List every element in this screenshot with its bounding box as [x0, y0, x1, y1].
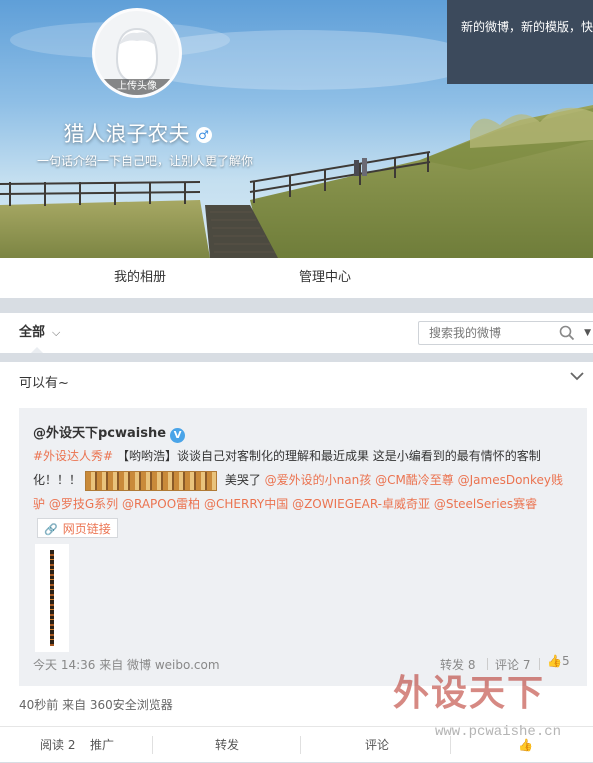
post-action-bar: 阅读 2 推广 转发 评论 👍: [0, 726, 593, 763]
mention-link[interactable]: @ZOWIEGEAR-卓威奇亚: [292, 497, 430, 511]
repost-like[interactable]: 👍5: [547, 654, 570, 668]
repost-text-2: 美哭了: [221, 473, 265, 487]
search-icon[interactable]: [559, 325, 575, 341]
forward-button[interactable]: 转发: [215, 727, 239, 763]
chevron-down-icon[interactable]: ⌵: [52, 326, 60, 340]
hashtag-link[interactable]: #外设达人秀#: [33, 449, 113, 463]
promote-button[interactable]: 推广: [90, 727, 114, 763]
new-template-notice[interactable]: 新的微博，新的模版，快: [447, 0, 593, 84]
divider: [152, 736, 153, 754]
mention-link[interactable]: @RAPOO雷柏: [122, 497, 200, 511]
repost-meta[interactable]: 今天 14:36 来自 微博 weibo.com: [33, 656, 220, 673]
divider: [450, 736, 451, 754]
post-text: 可以有~: [19, 376, 69, 391]
emoji-strip-image: [85, 470, 218, 491]
chevron-down-icon[interactable]: [569, 368, 585, 384]
web-link-button[interactable]: 🔗 网页链接: [37, 518, 118, 538]
mention-link[interactable]: @罗技G系列: [49, 497, 118, 511]
divider: [300, 736, 301, 754]
mention-link[interactable]: @CHERRY中国: [204, 497, 288, 511]
like-button[interactable]: 👍: [518, 727, 533, 763]
feed-filter-bar: 全部 ⌵ 搜索我的微博 ▼: [0, 313, 593, 353]
repost-forward-count[interactable]: 转发 8: [440, 656, 475, 673]
repost-author[interactable]: @外设天下pcwaishe V: [33, 422, 186, 443]
profile-nav: 我的相册 管理中心: [0, 258, 593, 298]
comment-button[interactable]: 评论: [365, 727, 389, 763]
tab-indicator: [31, 347, 43, 353]
search-placeholder: 搜索我的微博: [429, 326, 502, 340]
read-count: 阅读 2: [40, 738, 76, 752]
keyboard-photo-image: [50, 550, 54, 646]
post-image-thumbnail[interactable]: [35, 544, 69, 652]
repost-like-count: 5: [561, 654, 570, 668]
repost-body: #外设达人秀# 【哟哟浩】谈谈自己对客制化的理解和最近成果 这是小编看到的最有情…: [33, 444, 573, 516]
repost-author-name[interactable]: @外设天下pcwaishe: [33, 426, 166, 441]
thumbs-up-icon: 👍: [547, 654, 562, 668]
mention-link[interactable]: @爱外设的小nan孩: [265, 473, 372, 487]
profile-nickname: 猎人浪子农夫 ♂: [0, 118, 275, 148]
thumbs-up-icon: 👍: [518, 738, 533, 752]
male-icon: ♂: [195, 127, 212, 143]
mention-link[interactable]: @SteelSeries赛睿: [434, 497, 537, 511]
search-options-caret-icon[interactable]: ▼: [584, 322, 591, 344]
reposted-weibo: @外设天下pcwaishe V #外设达人秀# 【哟哟浩】谈谈自己对客制化的理解和…: [19, 408, 587, 686]
nav-album[interactable]: 我的相册: [114, 258, 166, 298]
weibo-post-card: 可以有~ @外设天下pcwaishe V #外设达人秀# 【哟哟浩】谈谈自己对客制…: [0, 362, 593, 762]
web-link-label: 网页链接: [62, 522, 111, 536]
divider: [487, 658, 488, 670]
post-source-meta[interactable]: 40秒前 来自 360安全浏览器: [19, 696, 173, 713]
link-icon: 🔗: [44, 523, 58, 536]
mention-link[interactable]: @CM酷冷至尊: [375, 473, 454, 487]
profile-cover: 上传头像 猎人浪子农夫 ♂ 一句话介绍一下自己吧，让别人更了解你 新的微博，新的模…: [0, 0, 593, 258]
nickname-text: 猎人浪子农夫: [63, 122, 190, 146]
verified-icon: V: [170, 428, 186, 443]
nav-manage-center[interactable]: 管理中心: [299, 258, 351, 298]
avatar[interactable]: 上传头像: [92, 8, 182, 98]
divider: [539, 658, 540, 670]
search-my-weibo-input[interactable]: 搜索我的微博 ▼: [418, 321, 593, 345]
repost-comment-count[interactable]: 评论 7: [495, 656, 530, 673]
profile-intro[interactable]: 一句话介绍一下自己吧，让别人更了解你: [0, 152, 290, 169]
upload-avatar-label[interactable]: 上传头像: [95, 79, 179, 95]
